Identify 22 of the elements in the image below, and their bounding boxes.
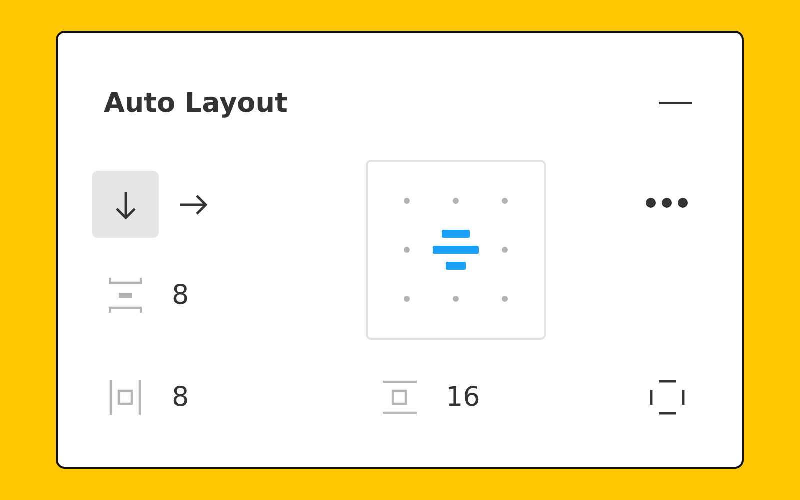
horizontal-padding-value[interactable]: 8	[172, 382, 190, 413]
arrow-right-icon	[178, 194, 208, 216]
spacing-value[interactable]: 8	[172, 280, 190, 311]
clip-content-icon[interactable]	[650, 380, 684, 415]
alignment-dot[interactable]	[452, 296, 459, 302]
more-icon[interactable]	[645, 197, 689, 209]
alignment-dot[interactable]	[404, 198, 410, 204]
alignment-grid[interactable]	[366, 160, 546, 340]
vertical-padding-icon	[383, 380, 417, 415]
spacing-icon	[109, 278, 142, 313]
alignment-dot[interactable]	[502, 198, 508, 204]
minus-icon[interactable]	[659, 102, 692, 104]
vertical-padding-value[interactable]: 16	[446, 382, 480, 413]
direction-button[interactable]	[92, 171, 159, 238]
horizontal-padding-icon	[109, 380, 142, 415]
panel-title: Auto Layout	[104, 88, 288, 118]
alignment-dot[interactable]	[404, 296, 410, 302]
arrow-down-icon	[114, 190, 136, 220]
alignment-dot[interactable]	[404, 246, 410, 253]
alignment-dot[interactable]	[452, 198, 459, 204]
alignment-dot[interactable]	[502, 246, 508, 253]
alignment-dot[interactable]	[502, 296, 508, 302]
